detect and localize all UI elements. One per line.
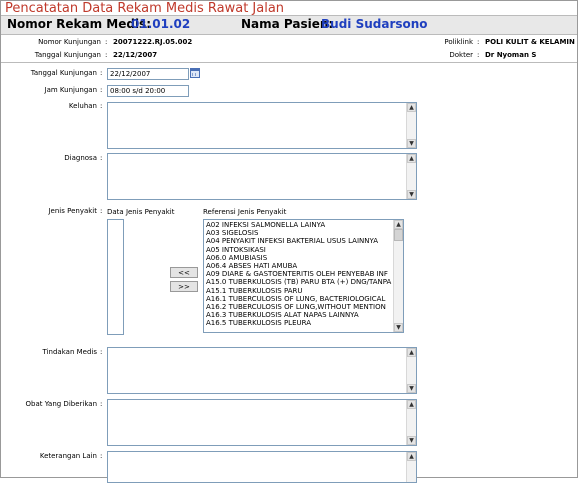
scroll-up-icon[interactable]: ▲: [407, 154, 416, 163]
patient-header: Nomor Rekam Medis: 01.01.02 Nama Pasien:…: [1, 15, 577, 35]
scroll-up-icon[interactable]: ▲: [407, 452, 416, 461]
tindakan-medis-label: Tindakan Medis: [42, 348, 97, 356]
list-item[interactable]: A16.2 TUBERCULOSIS OF LUNG,WITHOUT MENTI…: [204, 303, 393, 311]
nomor-rekam-medis-value: 01.01.02: [131, 17, 191, 31]
data-jenis-penyakit-list[interactable]: [107, 219, 124, 335]
tanggal-kunjungan-info-value: 22/12/2007: [113, 51, 158, 59]
scroll-down-icon[interactable]: ▼: [407, 139, 416, 148]
list-item[interactable]: A16.5 TUBERKULOSIS PLEURA: [204, 319, 393, 327]
jenis-penyakit-label: Jenis Penyakit: [48, 207, 97, 215]
poliklinik-value: POLI KULIT & KELAMIN: [485, 38, 575, 46]
keterangan-label: Keterangan Lain: [39, 452, 97, 460]
scrollbar[interactable]: ▲ ▼: [406, 103, 416, 148]
list-item[interactable]: A04 PENYAKIT INFEKSI BAKTERIAL USUS LAIN…: [204, 237, 393, 245]
separator: [1, 62, 577, 63]
referensi-items: A02 INFEKSI SALMONELLA LAINYA A03 SIGELOS…: [204, 221, 393, 328]
nama-pasien-value: Budi Sudarsono: [321, 17, 428, 31]
colon: :: [100, 102, 103, 110]
keluhan-textarea[interactable]: ▲ ▼: [107, 102, 417, 149]
jam-kunjungan-input[interactable]: 08:00 s/d 20:00: [107, 85, 189, 97]
list-item[interactable]: A15.0 TUBERKULOSIS (TB) PARU BTA (+) DNG…: [204, 278, 393, 286]
scroll-thumb[interactable]: [394, 229, 403, 241]
list-item[interactable]: A06.4 ABSES HATI AMUBA: [204, 262, 393, 270]
colon: :: [477, 38, 480, 46]
scroll-up-icon[interactable]: ▲: [407, 103, 416, 112]
tindakan-medis-textarea[interactable]: ▲ ▼: [107, 347, 417, 394]
list-item[interactable]: A15.1 TUBERKULOSIS PARU: [204, 287, 393, 295]
colon: :: [100, 207, 103, 215]
scroll-up-icon[interactable]: ▲: [407, 348, 416, 357]
obat-textarea[interactable]: ▲ ▼: [107, 399, 417, 446]
scrollbar[interactable]: ▲ ▼: [406, 154, 416, 199]
diagnosa-label: Diagnosa: [64, 154, 97, 162]
colon: :: [477, 51, 480, 59]
diagnosa-textarea[interactable]: ▲ ▼: [107, 153, 417, 200]
colon: :: [105, 38, 108, 46]
dokter-label: Dokter: [449, 51, 473, 59]
referensi-jenis-penyakit-list[interactable]: A02 INFEKSI SALMONELLA LAINYA A03 SIGELOS…: [203, 219, 404, 333]
calendar-icon[interactable]: [190, 68, 200, 78]
colon: :: [100, 452, 103, 460]
referensi-jenis-penyakit-label: Referensi Jenis Penyakit: [203, 208, 287, 216]
nomor-rekam-medis-label: Nomor Rekam Medis:: [7, 17, 151, 31]
colon: :: [100, 348, 103, 356]
scroll-down-icon[interactable]: ▼: [407, 384, 416, 393]
list-item[interactable]: A03 SIGELOSIS: [204, 229, 393, 237]
tanggal-kunjungan-input[interactable]: 22/12/2007: [107, 68, 189, 80]
move-left-button[interactable]: <<: [170, 267, 198, 278]
keterangan-textarea[interactable]: ▲: [107, 451, 417, 483]
nomor-kunjungan-value: 20071222.RJ.05.002: [113, 38, 193, 46]
list-item[interactable]: A16.1 TUBERCULOSIS OF LUNG, BACTERIOLOGI…: [204, 295, 393, 303]
colon: :: [100, 69, 103, 77]
list-item[interactable]: A05 INTOKSIKASI: [204, 246, 393, 254]
page-title: Pencatatan Data Rekam Medis Rawat Jalan: [5, 1, 285, 16]
list-item[interactable]: A09 DIARE & GASTOENTERITIS OLEH PENYEBAB…: [204, 270, 393, 278]
list-item[interactable]: A16.3 TUBERKULOSIS ALAT NAPAS LAINNYA: [204, 311, 393, 319]
scroll-up-icon[interactable]: ▲: [407, 400, 416, 409]
scrollbar[interactable]: ▲ ▼: [393, 220, 403, 332]
nomor-kunjungan-label: Nomor Kunjungan: [38, 38, 101, 46]
scrollbar[interactable]: ▲ ▼: [406, 348, 416, 393]
tanggal-kunjungan-info-label: Tanggal Kunjungan: [34, 51, 101, 59]
nama-pasien-label: Nama Pasien:: [241, 17, 334, 31]
dokter-value: Dr Nyoman S: [485, 51, 537, 59]
colon: :: [100, 86, 103, 94]
move-right-button[interactable]: >>: [170, 281, 198, 292]
colon: :: [105, 51, 108, 59]
list-item[interactable]: A06.0 AMUBIASIS: [204, 254, 393, 262]
scrollbar[interactable]: ▲ ▼: [406, 400, 416, 445]
jam-kunjungan-label: Jam Kunjungan: [44, 86, 98, 94]
list-item[interactable]: A02 INFEKSI SALMONELLA LAINYA: [204, 221, 393, 229]
poliklinik-label: Poliklink: [444, 38, 473, 46]
scroll-up-icon[interactable]: ▲: [394, 220, 403, 229]
scroll-down-icon[interactable]: ▼: [407, 190, 416, 199]
colon: :: [100, 154, 103, 162]
keluhan-label: Keluhan: [68, 102, 97, 110]
tanggal-kunjungan-label: Tanggal Kunjungan: [30, 69, 97, 77]
obat-label: Obat Yang Diberikan: [25, 400, 97, 408]
colon: :: [100, 400, 103, 408]
scroll-down-icon[interactable]: ▼: [394, 323, 403, 332]
scroll-down-icon[interactable]: ▼: [407, 436, 416, 445]
data-jenis-penyakit-label: Data Jenis Penyakit: [107, 208, 175, 216]
